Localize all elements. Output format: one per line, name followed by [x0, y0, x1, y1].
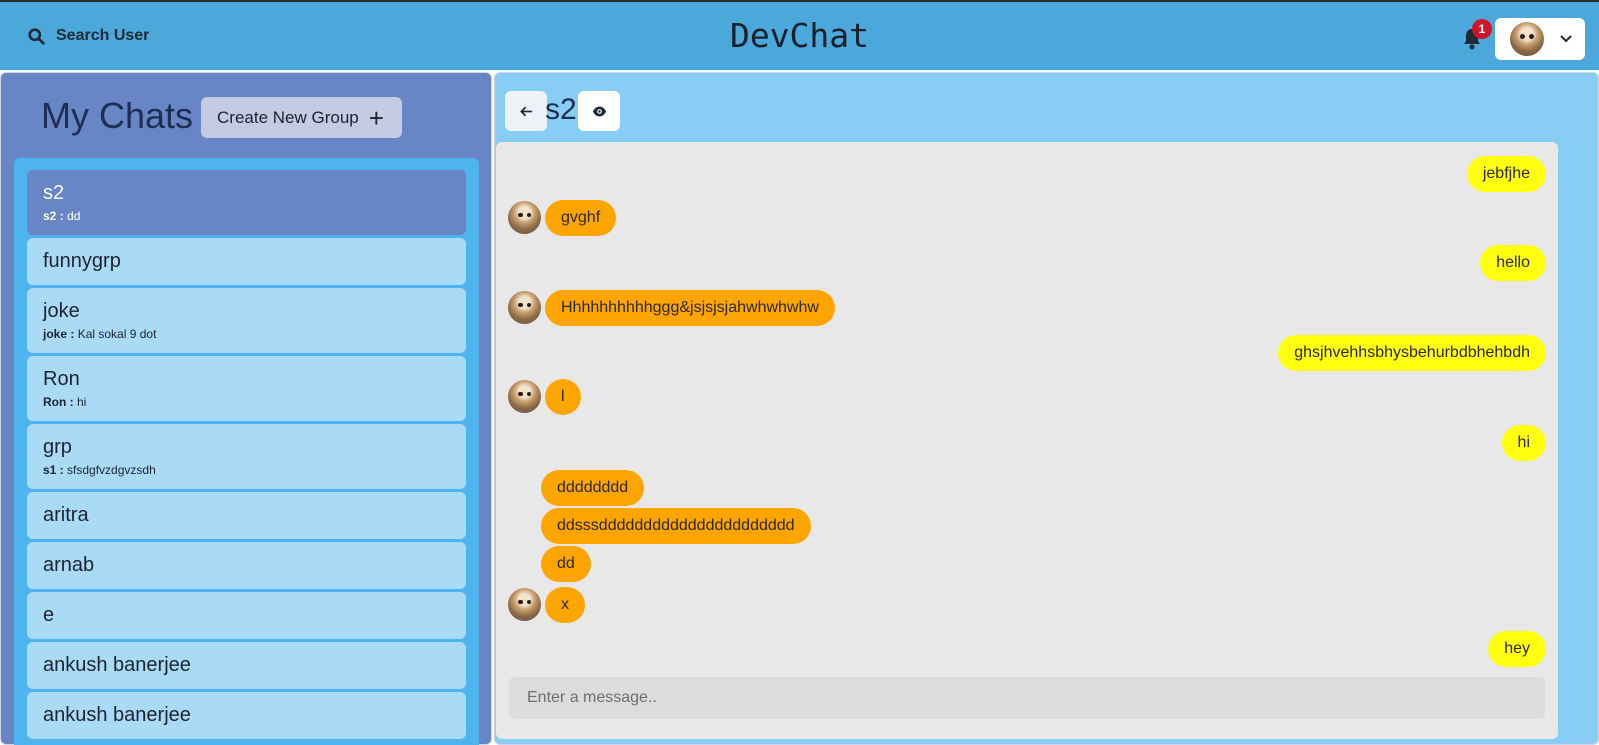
received-message: dd — [541, 546, 591, 582]
chat-preview-text: dd — [67, 209, 81, 223]
chat-name: aritra — [43, 504, 89, 526]
sender-avatar[interactable] — [508, 380, 541, 413]
received-message: Hhhhhhhhhhggg&jsjsjsjahwhwhwhw — [545, 290, 835, 326]
chat-list-item[interactable]: Ron Ron : hi — [27, 356, 466, 421]
create-new-group-button[interactable]: Create New Group + — [201, 97, 402, 138]
chat-name: ankush banerjee — [43, 654, 191, 676]
sender-avatar[interactable] — [508, 291, 541, 324]
arrow-left-icon — [519, 106, 532, 116]
chat-list: s2 s2 : dd funnygrp joke joke : Kal sokal 9 … — [14, 158, 479, 745]
notification-badge: 1 — [1472, 19, 1492, 39]
message-input[interactable] — [509, 677, 1545, 719]
chat-list-item[interactable]: aritra — [27, 492, 466, 539]
chevron-down-icon — [1560, 35, 1572, 43]
chat-preview: s2 : dd — [43, 209, 450, 223]
received-message: dddddddd — [541, 470, 645, 506]
create-group-label: Create New Group — [217, 107, 359, 127]
chat-list-item[interactable]: e — [27, 592, 466, 639]
received-message: x — [545, 587, 585, 623]
sidebar-title: My Chats — [41, 95, 194, 136]
sent-message: hey — [1488, 631, 1546, 667]
plus-icon: + — [368, 102, 384, 133]
sender-avatar[interactable] — [508, 588, 541, 621]
chat-list-item[interactable]: ankush banerjee — [27, 642, 466, 689]
sent-message: jebfjhe — [1466, 156, 1546, 192]
chat-preview-text: sfsdgfvzdgvzsdh — [67, 463, 156, 477]
chat-list-item[interactable]: joke joke : Kal sokal 9 dot — [27, 288, 466, 353]
chat-list-item[interactable]: arnab — [27, 542, 466, 589]
chat-name: funnygrp — [43, 250, 121, 272]
chat-name: s2 — [43, 182, 65, 204]
messages-area: jebfjhe gvghf hello Hhhhhhhhhhggg&jsjsjsjah… — [496, 142, 1558, 739]
chat-preview: joke : Kal sokal 9 dot — [43, 327, 450, 341]
chat-preview-sender: s1 : — [43, 463, 64, 477]
chat-name: joke — [43, 300, 80, 322]
chat-preview-text: hi — [77, 395, 87, 409]
chat-preview: s1 : sfsdgfvzdgvzsdh — [43, 463, 450, 477]
chat-preview-text: Kal sokal 9 dot — [77, 327, 157, 341]
eye-icon — [592, 106, 606, 116]
chat-list-item[interactable]: ankush banerjee — [27, 692, 466, 739]
sent-message: ghsjhvehhsbhysbehurbdbhehbdh — [1278, 335, 1546, 371]
chat-preview-sender: joke : — [43, 327, 75, 341]
chat-preview: Ron : hi — [43, 395, 450, 409]
chat-name: e — [43, 604, 55, 626]
chat-name: arnab — [43, 554, 95, 576]
received-message: l — [545, 379, 581, 415]
sent-message: hello — [1480, 245, 1546, 281]
chat-list-item[interactable]: grp s1 : sfsdgfvzdgvzsdh — [27, 424, 466, 489]
profile-menu-button[interactable] — [1495, 18, 1585, 60]
received-message: gvghf — [545, 200, 617, 236]
chat-name: grp — [43, 436, 72, 458]
sent-message: hi — [1501, 425, 1546, 461]
search-user-button[interactable]: Search User — [14, 16, 163, 56]
chat-list-item[interactable]: funnygrp — [27, 238, 466, 285]
chat-panel: s2 jebfjhe gvghf hello Hhhhhhhhhhggg&jsjsjs… — [494, 72, 1599, 745]
view-profile-button[interactable] — [578, 91, 620, 131]
received-message: ddsssdddddddddddddddddddddd — [541, 508, 811, 544]
app-title: DevChat — [729, 16, 870, 55]
my-chats-sidebar: My Chats Create New Group + s2 s2 : dd fun… — [0, 72, 492, 745]
chat-preview-sender: s2 : — [43, 209, 64, 223]
search-user-label: Search User — [56, 27, 150, 44]
top-header: Search User DevChat 1 — [0, 0, 1599, 70]
chat-name: ankush banerjee — [43, 704, 191, 726]
chat-list-item[interactable]: s2 s2 : dd — [27, 170, 466, 235]
back-button[interactable] — [505, 91, 547, 131]
chat-name: Ron — [43, 368, 80, 390]
avatar — [1510, 22, 1544, 56]
sender-avatar[interactable] — [508, 201, 541, 234]
chat-preview-sender: Ron : — [43, 395, 74, 409]
chat-title: s2 — [545, 93, 577, 126]
search-icon — [28, 27, 45, 45]
